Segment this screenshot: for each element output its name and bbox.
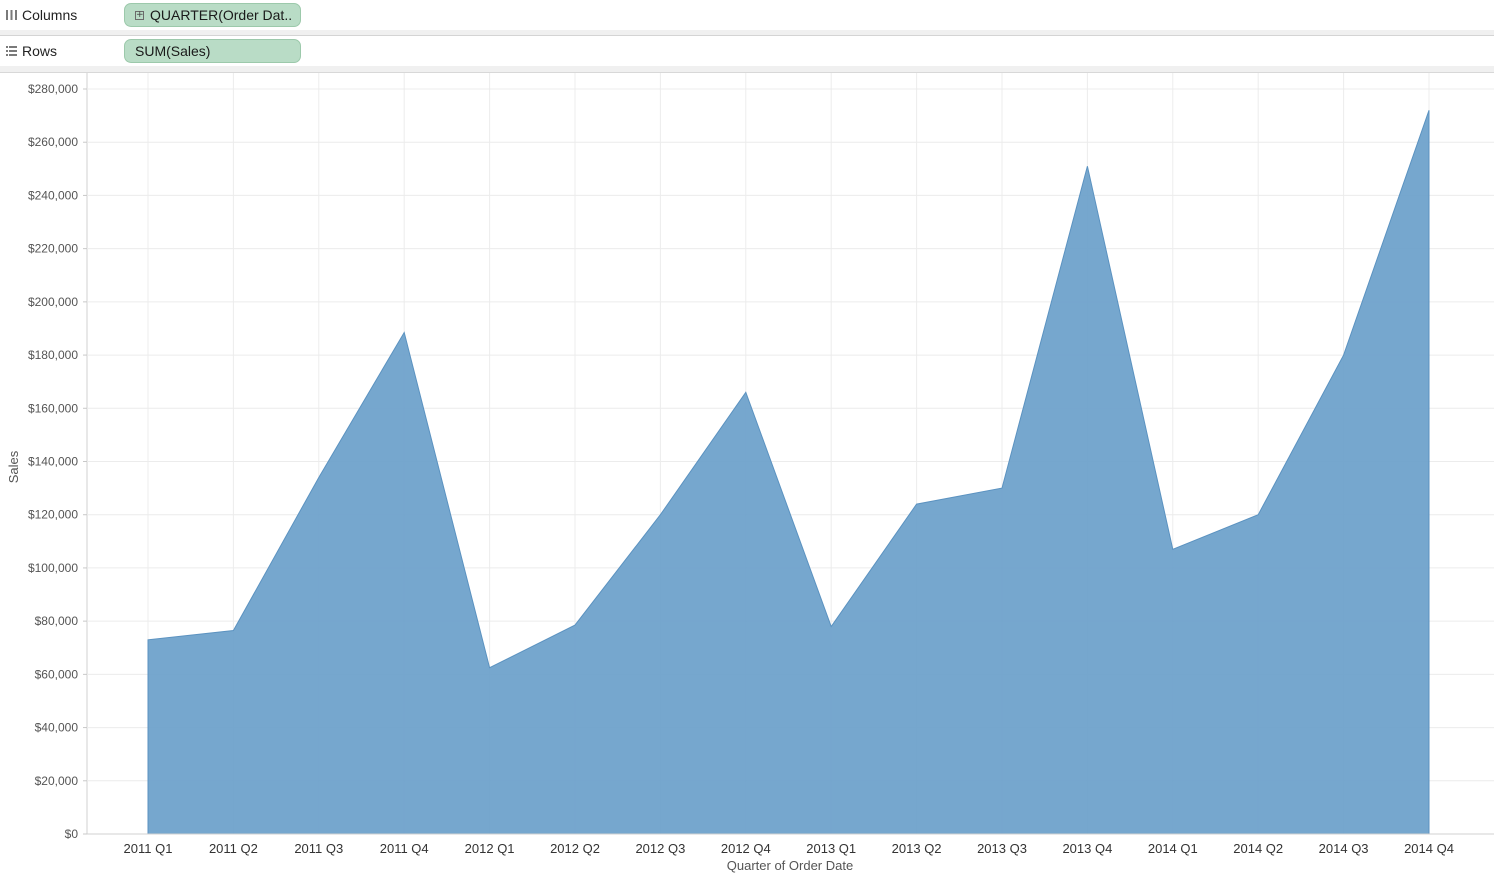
x-tick-label: 2011 Q4: [380, 841, 429, 856]
sum-sales-pill[interactable]: SUM(Sales): [124, 39, 301, 63]
quarter-order-date-pill[interactable]: + QUARTER(Order Dat..: [124, 3, 301, 27]
x-axis-title: Quarter of Order Date: [727, 858, 853, 873]
x-tick-label: 2013 Q3: [977, 841, 1027, 856]
sales-area-chart[interactable]: $0 $20,000 $40,000 $60,000 $80,000 $100,000 $1…: [0, 73, 1494, 878]
x-axis: 2011 Q1 2011 Q2 2011 Q3 2011 Q4 2012 Q1 2012 …: [87, 833, 1494, 856]
y-tick-label: $0: [65, 827, 79, 841]
x-tick-label: 2013 Q1: [806, 841, 856, 856]
y-tick-label: $120,000: [28, 508, 78, 522]
x-tick-label: 2012 Q4: [721, 841, 771, 856]
x-tick-label: 2011 Q1: [124, 841, 173, 856]
y-tick-label: $20,000: [35, 774, 79, 788]
quarter-order-date-pill-label: QUARTER(Order Dat..: [150, 7, 293, 23]
y-tick-label: $100,000: [28, 561, 78, 575]
x-tick-label: 2014 Q2: [1233, 841, 1283, 856]
y-axis-title: Sales: [6, 450, 21, 483]
y-tick-label: $260,000: [28, 135, 78, 149]
rows-shelf-label: Rows: [0, 36, 118, 66]
columns-icon: [6, 10, 17, 20]
rows-label-text: Rows: [22, 43, 58, 59]
rows-shelf[interactable]: Rows SUM(Sales): [0, 35, 1494, 67]
y-tick-label: $240,000: [28, 188, 78, 202]
y-tick-label: $140,000: [28, 455, 78, 469]
y-tick-label: $160,000: [28, 401, 78, 415]
y-tick-label: $220,000: [28, 242, 78, 256]
expand-icon[interactable]: +: [135, 10, 144, 20]
x-tick-label: 2014 Q1: [1148, 841, 1198, 856]
y-tick-label: $200,000: [28, 295, 78, 309]
view-separator: [0, 66, 1494, 73]
y-tick-label: $280,000: [28, 82, 78, 96]
columns-shelf-label: Columns: [0, 0, 118, 30]
sum-sales-pill-label: SUM(Sales): [135, 43, 211, 59]
x-tick-label: 2014 Q3: [1319, 841, 1369, 856]
y-tick-label: $180,000: [28, 348, 78, 362]
y-tick-label: $80,000: [35, 614, 79, 628]
columns-label-text: Columns: [22, 7, 78, 23]
x-tick-label: 2013 Q4: [1062, 841, 1112, 856]
x-tick-label: 2012 Q1: [465, 841, 515, 856]
rows-icon: [6, 46, 17, 56]
x-tick-label: 2012 Q3: [635, 841, 685, 856]
x-tick-label: 2011 Q2: [209, 841, 258, 856]
x-tick-label: 2012 Q2: [550, 841, 600, 856]
x-tick-label: 2011 Q3: [294, 841, 343, 856]
x-tick-label: 2014 Q4: [1404, 841, 1454, 856]
x-tick-label: 2013 Q2: [892, 841, 942, 856]
y-tick-label: $60,000: [35, 667, 79, 681]
sales-area[interactable]: [147, 110, 1430, 835]
y-tick-label: $40,000: [35, 721, 79, 735]
columns-shelf[interactable]: Columns + QUARTER(Order Dat..: [0, 0, 1494, 31]
y-axis: $0 $20,000 $40,000 $60,000 $80,000 $100,000 $1…: [28, 82, 87, 841]
